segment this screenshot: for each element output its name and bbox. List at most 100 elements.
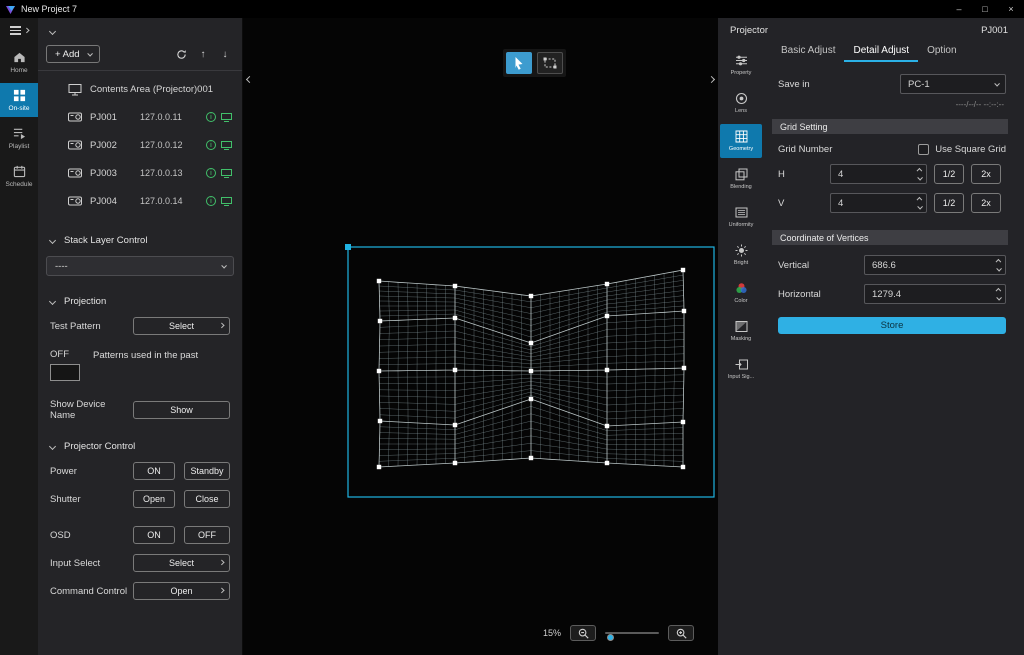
mesh-control-point[interactable] — [378, 419, 382, 423]
mesh-control-point[interactable] — [682, 366, 686, 370]
mesh-control-point[interactable] — [529, 294, 533, 298]
mesh-control-point[interactable] — [605, 368, 609, 372]
zoom-in-button[interactable] — [668, 625, 694, 641]
power-standby-button[interactable]: Standby — [184, 462, 230, 480]
tab-basic-adjust[interactable]: Basic Adjust — [772, 40, 844, 62]
grid-v-stepper[interactable]: 4 — [830, 193, 927, 213]
mesh-control-point[interactable] — [453, 368, 457, 372]
tool-property[interactable]: Property — [720, 48, 762, 82]
store-button[interactable]: Store — [778, 317, 1006, 334]
input-select-button[interactable]: Select — [133, 554, 230, 572]
projector-row[interactable]: PJ003 127.0.0.13 — [38, 159, 242, 187]
menu-button[interactable] — [10, 26, 29, 35]
tool-blending[interactable]: Blending — [720, 162, 762, 196]
mesh-control-point[interactable] — [453, 423, 457, 427]
mesh-control-point[interactable] — [377, 465, 381, 469]
horizontal-stepper[interactable]: 1279.4 — [864, 284, 1006, 304]
move-down-button[interactable]: ↓ — [216, 46, 234, 62]
tool-color[interactable]: Color — [720, 276, 762, 310]
sidebar-item-onsite[interactable]: On-site — [0, 83, 38, 117]
projector-control-section-header[interactable]: Projector Control — [38, 441, 242, 452]
osd-off-button[interactable]: OFF — [184, 526, 230, 544]
refresh-button[interactable] — [172, 46, 190, 62]
grid-v-double-button[interactable]: 2x — [971, 193, 1001, 213]
mesh-control-point[interactable] — [377, 369, 381, 373]
mesh-control-point[interactable] — [378, 319, 382, 323]
projector-ip: 127.0.0.12 — [140, 140, 183, 150]
projector-row[interactable]: PJ002 127.0.0.12 — [38, 131, 242, 159]
zoom-out-button[interactable] — [570, 625, 596, 641]
move-up-button[interactable]: ↑ — [194, 46, 212, 62]
mesh-control-point[interactable] — [529, 341, 533, 345]
stepper-arrows[interactable] — [913, 194, 926, 212]
mesh-control-point[interactable] — [605, 461, 609, 465]
tab-detail-adjust[interactable]: Detail Adjust — [844, 40, 918, 62]
free-grid-tool-button[interactable] — [537, 52, 563, 74]
grid-h-stepper[interactable]: 4 — [830, 164, 927, 184]
sidebar-item-playlist[interactable]: Playlist — [0, 121, 38, 155]
geometry-canvas[interactable] — [243, 18, 717, 655]
mesh-control-point[interactable] — [529, 397, 533, 401]
test-pattern-select-button[interactable]: Select — [133, 317, 230, 335]
mesh-control-point[interactable] — [605, 314, 609, 318]
show-device-name-button[interactable]: Show — [133, 401, 230, 419]
projector-row[interactable]: PJ001 127.0.0.11 — [38, 103, 242, 131]
zoom-slider[interactable] — [605, 628, 659, 638]
pattern-thumbnail[interactable] — [50, 364, 80, 381]
mesh-control-point[interactable] — [453, 461, 457, 465]
command-control-button[interactable]: Open — [133, 582, 230, 600]
collapse-left-panel-button[interactable] — [244, 70, 254, 88]
mesh-control-point[interactable] — [682, 309, 686, 313]
use-square-grid-checkbox[interactable] — [918, 144, 929, 155]
mesh-control-point[interactable] — [453, 316, 457, 320]
tool-input-signal[interactable]: Input Sig... — [720, 352, 762, 386]
mesh-control-point[interactable] — [681, 465, 685, 469]
zoom-slider-thumb[interactable] — [607, 634, 614, 641]
shutter-close-button[interactable]: Close — [184, 490, 230, 508]
maximize-button[interactable]: □ — [972, 0, 998, 18]
stepper-arrows[interactable] — [992, 256, 1005, 274]
power-on-button[interactable]: ON — [133, 462, 175, 480]
stepper-arrows[interactable] — [913, 165, 926, 183]
tool-uniformity[interactable]: Uniformity — [720, 200, 762, 234]
minimize-button[interactable]: – — [946, 0, 972, 18]
grid-v-half-button[interactable]: 1/2 — [934, 193, 964, 213]
stack-layer-dropdown[interactable]: ---- — [46, 256, 234, 276]
mesh-control-point[interactable] — [529, 456, 533, 460]
tool-lens[interactable]: Lens — [720, 86, 762, 120]
mesh-control-point[interactable] — [605, 424, 609, 428]
collapse-right-panel-button[interactable] — [706, 70, 716, 88]
sidebar-item-schedule[interactable]: Schedule — [0, 159, 38, 193]
chevron-left-icon — [245, 75, 252, 82]
osd-on-button[interactable]: ON — [133, 526, 175, 544]
select-tool-button[interactable] — [506, 52, 532, 74]
shutter-open-button[interactable]: Open — [133, 490, 175, 508]
mesh-control-point[interactable] — [681, 268, 685, 272]
grid-h-double-button[interactable]: 2x — [971, 164, 1001, 184]
tool-bright[interactable]: Bright — [720, 238, 762, 272]
tool-geometry[interactable]: Geometry — [720, 124, 762, 158]
stepper-arrows[interactable] — [992, 285, 1005, 303]
schedule-icon — [13, 165, 26, 178]
save-in-dropdown[interactable]: PC-1 — [900, 74, 1006, 94]
sidebar-item-home[interactable]: Home — [0, 45, 38, 79]
mesh-control-point[interactable] — [681, 420, 685, 424]
tool-masking[interactable]: Masking — [720, 314, 762, 348]
app-logo-icon — [5, 4, 16, 15]
projection-section-header[interactable]: Projection — [38, 296, 242, 307]
tab-option[interactable]: Option — [918, 40, 965, 62]
mesh-control-point[interactable] — [453, 284, 457, 288]
contents-area-row[interactable]: Contents Area (Projector)001 — [38, 75, 242, 103]
projector-row[interactable]: PJ004 127.0.0.14 — [38, 187, 242, 215]
selection-handle[interactable] — [345, 244, 351, 250]
add-device-button[interactable]: + Add — [46, 45, 100, 63]
mesh-control-point[interactable] — [377, 279, 381, 283]
vertical-stepper[interactable]: 686.6 — [864, 255, 1006, 275]
collapse-all-button[interactable] — [38, 18, 242, 41]
mesh-control-point[interactable] — [605, 282, 609, 286]
grid-h-half-button[interactable]: 1/2 — [934, 164, 964, 184]
close-button[interactable]: × — [998, 0, 1024, 18]
mesh-control-point[interactable] — [529, 369, 533, 373]
layout-canvas[interactable]: 15% — [243, 18, 717, 655]
stack-layer-section-header[interactable]: Stack Layer Control — [38, 235, 242, 246]
